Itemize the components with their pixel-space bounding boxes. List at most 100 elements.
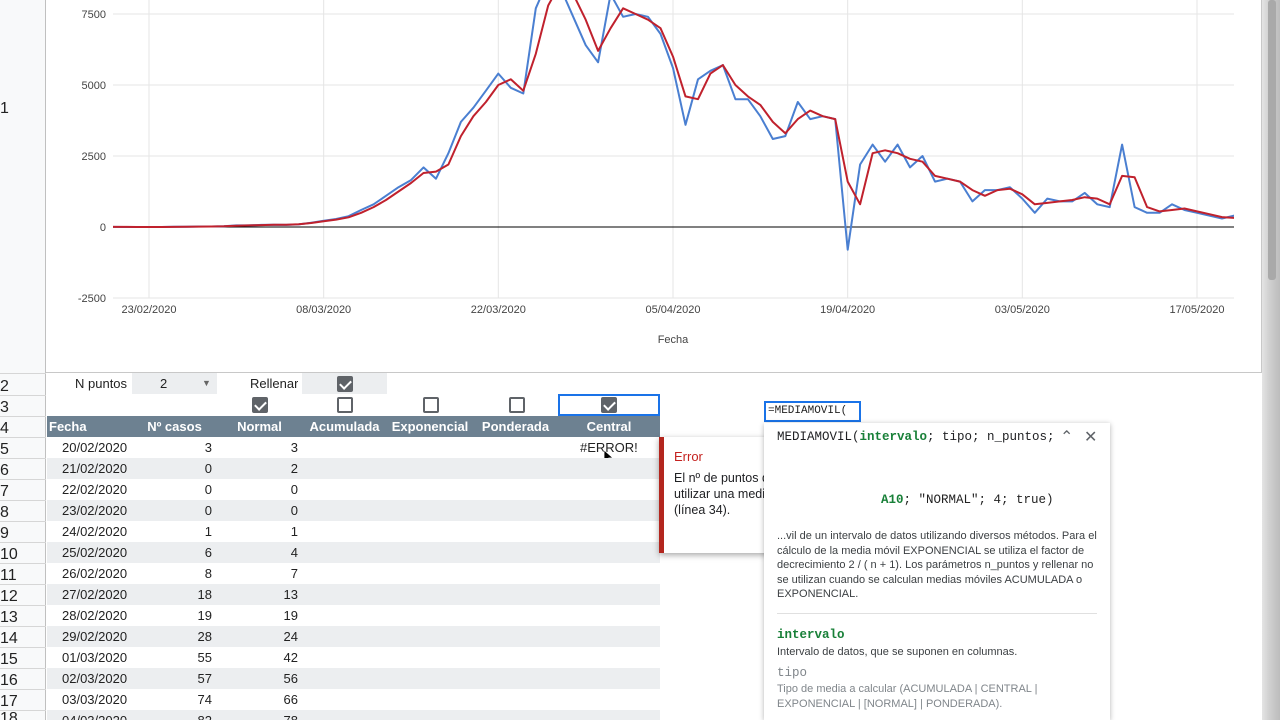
vertical-scrollbar[interactable] — [1268, 0, 1276, 280]
row-divider — [0, 584, 46, 585]
normal-cell[interactable]: 7 — [217, 563, 298, 584]
normal-cell[interactable]: 1 — [217, 521, 298, 542]
row-number[interactable]: 7 — [0, 483, 9, 501]
collapse-icon[interactable]: ⌃ — [1060, 427, 1073, 447]
n-puntos-dropdown[interactable]: 2 ▼ — [132, 373, 217, 394]
normal-cell[interactable]: 13 — [217, 584, 298, 605]
row-number[interactable]: 10 — [0, 546, 18, 564]
normal-cell[interactable]: 56 — [217, 668, 298, 689]
column-header-acumulada: Acumulada — [309, 419, 380, 434]
date-cell[interactable]: 21/02/2020 — [62, 458, 127, 479]
function-example: A10; "NORMAL"; 4; true) — [881, 493, 1054, 507]
cases-cell[interactable]: 6 — [132, 542, 212, 563]
divider — [777, 613, 1097, 614]
n-puntos-value: 2 — [160, 376, 168, 391]
table-row: 27/02/2020 18 13 — [47, 584, 660, 605]
row-number[interactable]: 17 — [0, 693, 18, 711]
normal-cell[interactable]: 4 — [217, 542, 298, 563]
date-cell[interactable]: 01/03/2020 — [62, 647, 127, 668]
row-number[interactable]: 1 — [0, 100, 9, 118]
x-tick-label: 23/02/2020 — [121, 304, 176, 316]
y-tick-label: 5000 — [82, 80, 106, 92]
y-tick-label: -2500 — [78, 293, 106, 305]
row-number[interactable]: 3 — [0, 399, 9, 417]
cases-cell[interactable]: 74 — [132, 689, 212, 710]
row-divider — [0, 373, 46, 374]
row-divider — [0, 479, 46, 480]
normal-cell[interactable]: 0 — [217, 479, 298, 500]
function-signature: MEDIAMOVIL(intervalo; tipo; n_puntos; — [777, 430, 1055, 444]
y-tick-label: 0 — [100, 222, 106, 234]
cases-cell[interactable]: 55 — [132, 647, 212, 668]
date-cell[interactable]: 23/02/2020 — [62, 500, 127, 521]
cases-cell[interactable]: 3 — [132, 437, 212, 458]
cases-cell[interactable]: 0 — [132, 479, 212, 500]
normal-cell[interactable]: 19 — [217, 605, 298, 626]
date-cell[interactable]: 26/02/2020 — [62, 563, 127, 584]
row-divider — [0, 605, 46, 606]
ponderada-checkbox[interactable] — [509, 397, 525, 413]
cases-cell[interactable]: 8 — [132, 563, 212, 584]
cases-cell[interactable]: 57 — [132, 668, 212, 689]
normal-cell[interactable]: 2 — [217, 458, 298, 479]
table-row: 26/02/2020 8 7 — [47, 563, 660, 584]
table-row: 25/02/2020 6 4 — [47, 542, 660, 563]
column-header-ncasos: Nº casos — [147, 419, 202, 434]
cases-cell[interactable]: 0 — [132, 458, 212, 479]
date-cell[interactable]: 24/02/2020 — [62, 521, 127, 542]
cases-cell[interactable]: 28 — [132, 626, 212, 647]
date-cell[interactable]: 22/02/2020 — [62, 479, 127, 500]
formula-input[interactable]: =MEDIAMOVIL( — [764, 401, 861, 422]
date-cell[interactable]: 28/02/2020 — [62, 605, 127, 626]
row-number[interactable]: 18 — [0, 710, 18, 720]
date-cell[interactable]: 03/03/2020 — [62, 689, 127, 710]
cases-cell[interactable]: 18 — [132, 584, 212, 605]
n-puntos-label: N puntos — [75, 376, 128, 391]
cases-cell[interactable]: 19 — [132, 605, 212, 626]
cases-cell[interactable]: 1 — [132, 521, 212, 542]
row-number[interactable]: 5 — [0, 441, 9, 459]
row-number[interactable]: 15 — [0, 651, 18, 669]
row-divider — [0, 542, 46, 543]
normal-cell[interactable]: 3 — [217, 437, 298, 458]
rellenar-checkbox[interactable] — [337, 376, 353, 392]
cases-cell[interactable]: 82 — [132, 710, 212, 720]
normal-cell[interactable]: 42 — [217, 647, 298, 668]
normal-cell[interactable]: 66 — [217, 689, 298, 710]
row-number[interactable]: 12 — [0, 588, 18, 606]
normal-cell[interactable]: 24 — [217, 626, 298, 647]
row-divider — [0, 500, 46, 501]
date-cell[interactable]: 20/02/2020 — [62, 437, 127, 458]
date-cell[interactable]: 25/02/2020 — [62, 542, 127, 563]
x-tick-label: 19/04/2020 — [820, 304, 875, 316]
row-number[interactable]: 6 — [0, 462, 9, 480]
normal-checkbox[interactable] — [252, 397, 268, 413]
normal-cell[interactable]: 0 — [217, 500, 298, 521]
row-number[interactable]: 2 — [0, 378, 9, 396]
acumulada-checkbox[interactable] — [337, 397, 353, 413]
normal-cell[interactable]: 78 — [217, 710, 298, 720]
arg-intervalo-desc: Intervalo de datos, que se suponen en co… — [777, 646, 1018, 658]
function-help-popup: MEDIAMOVIL(intervalo; tipo; n_puntos; ⌃ … — [764, 423, 1110, 720]
row-number[interactable]: 8 — [0, 504, 9, 522]
table-row: 03/03/2020 74 66 — [47, 689, 660, 710]
date-cell[interactable]: 02/03/2020 — [62, 668, 127, 689]
date-cell[interactable]: 27/02/2020 — [62, 584, 127, 605]
line-chart[interactable]: 7500 5000 2500 0 -2500 23/02/2020 08/03/2020 22… — [46, 0, 1262, 373]
spreadsheet-grid: N puntos 2 ▼ Rellenar #ERROR! Fecha Nº ca… — [47, 373, 660, 720]
row-number[interactable]: 13 — [0, 609, 18, 627]
table-row: 01/03/2020 55 42 — [47, 647, 660, 668]
row-number[interactable]: 11 — [0, 567, 17, 585]
table-row: 23/02/2020 0 0 — [47, 500, 660, 521]
central-checkbox[interactable] — [601, 397, 617, 413]
row-number[interactable]: 14 — [0, 630, 18, 648]
row-number[interactable]: 4 — [0, 420, 9, 438]
exponencial-checkbox[interactable] — [423, 397, 439, 413]
arg-intervalo-name: intervalo — [777, 628, 845, 642]
date-cell[interactable]: 29/02/2020 — [62, 626, 127, 647]
cases-cell[interactable]: 0 — [132, 500, 212, 521]
row-number[interactable]: 9 — [0, 525, 9, 543]
date-cell[interactable]: 04/03/2020 — [62, 710, 127, 720]
close-icon[interactable]: ✕ — [1084, 427, 1097, 447]
row-number[interactable]: 16 — [0, 672, 18, 690]
